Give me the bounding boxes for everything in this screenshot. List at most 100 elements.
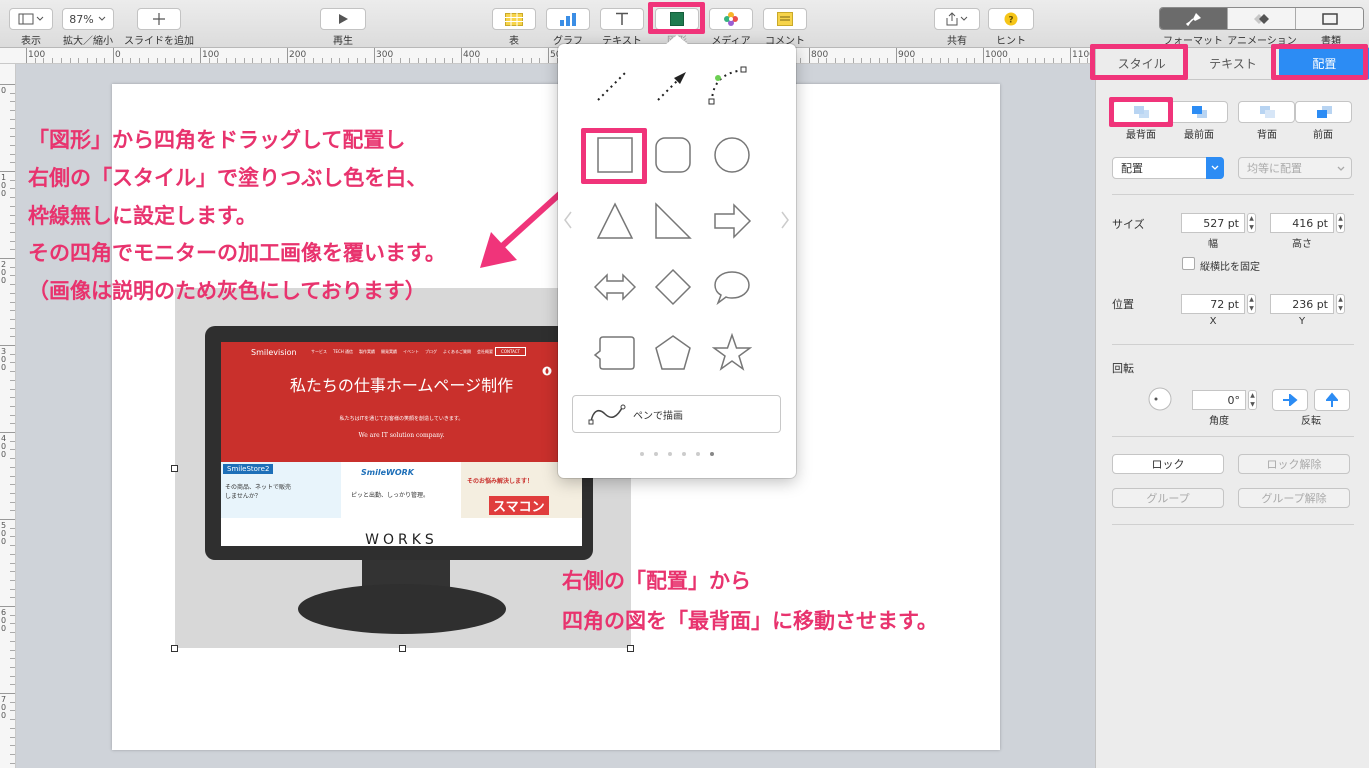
arrow-shape-icon[interactable] (712, 201, 752, 241)
chevron-right-icon[interactable] (779, 210, 791, 230)
ruler-minor-tick (226, 58, 228, 63)
bring-to-front-button[interactable] (1170, 101, 1228, 123)
format-button[interactable] (1160, 8, 1227, 29)
unlock-button[interactable]: ロック解除 (1238, 454, 1350, 474)
star-shape-icon[interactable] (712, 333, 752, 373)
ruler-major-tick (0, 519, 15, 520)
table-button[interactable] (492, 8, 536, 30)
pentagon-shape-icon[interactable] (653, 333, 693, 373)
rotation-dial-icon[interactable] (1148, 387, 1172, 411)
chevron-left-icon[interactable] (562, 210, 574, 230)
x-stepper[interactable]: ▲ ▼ (1247, 294, 1256, 314)
site-nav-item: イベント (403, 349, 420, 354)
site-nav: サービス TECH 通信 製作実績 開発実績 イベント ブログ よくあるご質問 会社概要 (311, 349, 493, 355)
distribute-select[interactable]: 均等に配置 (1238, 157, 1352, 179)
play-button[interactable] (320, 8, 366, 30)
speech-bubble-icon[interactable] (712, 267, 752, 307)
pen-curve-icon (588, 404, 626, 425)
text-button[interactable] (600, 8, 644, 30)
draw-with-pen-button[interactable]: ペンで描画 (572, 395, 781, 433)
lock-button[interactable]: ロック (1112, 454, 1224, 474)
ruler-minor-tick (69, 58, 71, 63)
help-icon: ? (1004, 12, 1018, 26)
ruler-minor-tick (10, 588, 15, 590)
share-button[interactable] (934, 8, 980, 30)
ruler-minor-tick (10, 614, 15, 616)
ruler-minor-tick (10, 753, 15, 755)
add-slide-label: スライドを追加 (124, 36, 194, 47)
angle-field[interactable]: 0° (1192, 390, 1246, 410)
chevron-up-icon (665, 35, 689, 45)
ruler-minor-tick (269, 58, 271, 63)
svg-text:?: ? (1008, 16, 1013, 26)
document-button[interactable] (1296, 8, 1363, 29)
text-icon (616, 12, 628, 25)
ruler-major-tick (809, 48, 810, 63)
ruler-minor-tick (10, 397, 15, 399)
resize-handle[interactable] (171, 465, 178, 472)
page-dot[interactable] (710, 452, 714, 456)
tips-button[interactable]: ? (988, 8, 1034, 30)
height-field[interactable]: 416 pt (1270, 213, 1334, 233)
chart-button[interactable] (546, 8, 590, 30)
page-dot[interactable] (668, 452, 672, 456)
constrain-checkbox[interactable] (1182, 257, 1195, 270)
flip-horizontal-button[interactable] (1272, 389, 1308, 411)
triangle-shape-icon[interactable] (595, 201, 635, 241)
resize-handle[interactable] (627, 645, 634, 652)
page-dot[interactable] (682, 452, 686, 456)
align-select[interactable]: 配置 (1112, 157, 1224, 179)
curve-line-icon[interactable] (704, 62, 748, 106)
angle-stepper[interactable]: ▲ ▼ (1248, 390, 1257, 410)
ruler-minor-tick (234, 58, 236, 63)
comment-button[interactable] (763, 8, 807, 30)
ruler-minor-tick (10, 553, 15, 555)
resize-handle[interactable] (171, 645, 178, 652)
arrow-up-icon (1326, 392, 1338, 407)
tab-text[interactable]: テキスト (1187, 48, 1278, 79)
ungroup-button[interactable]: グループ解除 (1238, 488, 1350, 508)
ruler-major-tick (0, 171, 15, 172)
send-backward-button[interactable] (1238, 101, 1295, 123)
ruler-minor-tick (10, 362, 15, 364)
width-field[interactable]: 527 pt (1181, 213, 1245, 233)
ruler-number: 500 (1, 521, 7, 546)
add-slide-button[interactable] (137, 8, 181, 30)
ruler-minor-tick (434, 58, 436, 63)
page-dot[interactable] (640, 452, 644, 456)
double-arrow-icon[interactable] (593, 267, 637, 307)
page-dot[interactable] (654, 452, 658, 456)
resize-handle[interactable] (399, 645, 406, 652)
y-stepper[interactable]: ▲ ▼ (1336, 294, 1345, 314)
right-triangle-icon[interactable] (653, 201, 693, 241)
media-button[interactable] (709, 8, 753, 30)
rounded-square-icon[interactable] (653, 135, 693, 175)
page-dot[interactable] (696, 452, 700, 456)
group-button[interactable]: グループ (1112, 488, 1224, 508)
height-stepper[interactable]: ▲ ▼ (1336, 213, 1345, 233)
circle-shape-icon[interactable] (712, 135, 752, 175)
table-icon (505, 12, 523, 26)
ruler-minor-tick (391, 58, 393, 63)
ruler-minor-tick (487, 58, 489, 63)
ruler-minor-tick (10, 275, 15, 277)
zoom-select[interactable]: 87% (62, 8, 114, 30)
callout-square-icon[interactable] (593, 333, 637, 373)
y-field[interactable]: 236 pt (1270, 294, 1334, 314)
view-button[interactable] (9, 8, 53, 30)
x-field[interactable]: 72 pt (1181, 294, 1245, 314)
ruler-minor-tick (10, 545, 15, 547)
monitor-screen: Smilevision サービス TECH 通信 製作実績 開発実績 イベント ブログ よく… (221, 342, 582, 546)
animate-button[interactable] (1227, 8, 1296, 29)
flip-vertical-button[interactable] (1314, 389, 1350, 411)
ruler-minor-tick (165, 58, 167, 63)
dotted-line-icon[interactable] (594, 64, 634, 104)
diamond-shape-icon[interactable] (653, 267, 693, 307)
width-stepper[interactable]: ▲ ▼ (1247, 213, 1256, 233)
arrow-line-icon[interactable] (654, 64, 694, 104)
send-backward-label: 背面 (1257, 130, 1277, 141)
bring-forward-button[interactable] (1295, 101, 1352, 123)
view-icon (18, 13, 44, 25)
shape-popover: ペンで描画 (558, 35, 796, 478)
ruler-minor-tick (182, 58, 184, 63)
